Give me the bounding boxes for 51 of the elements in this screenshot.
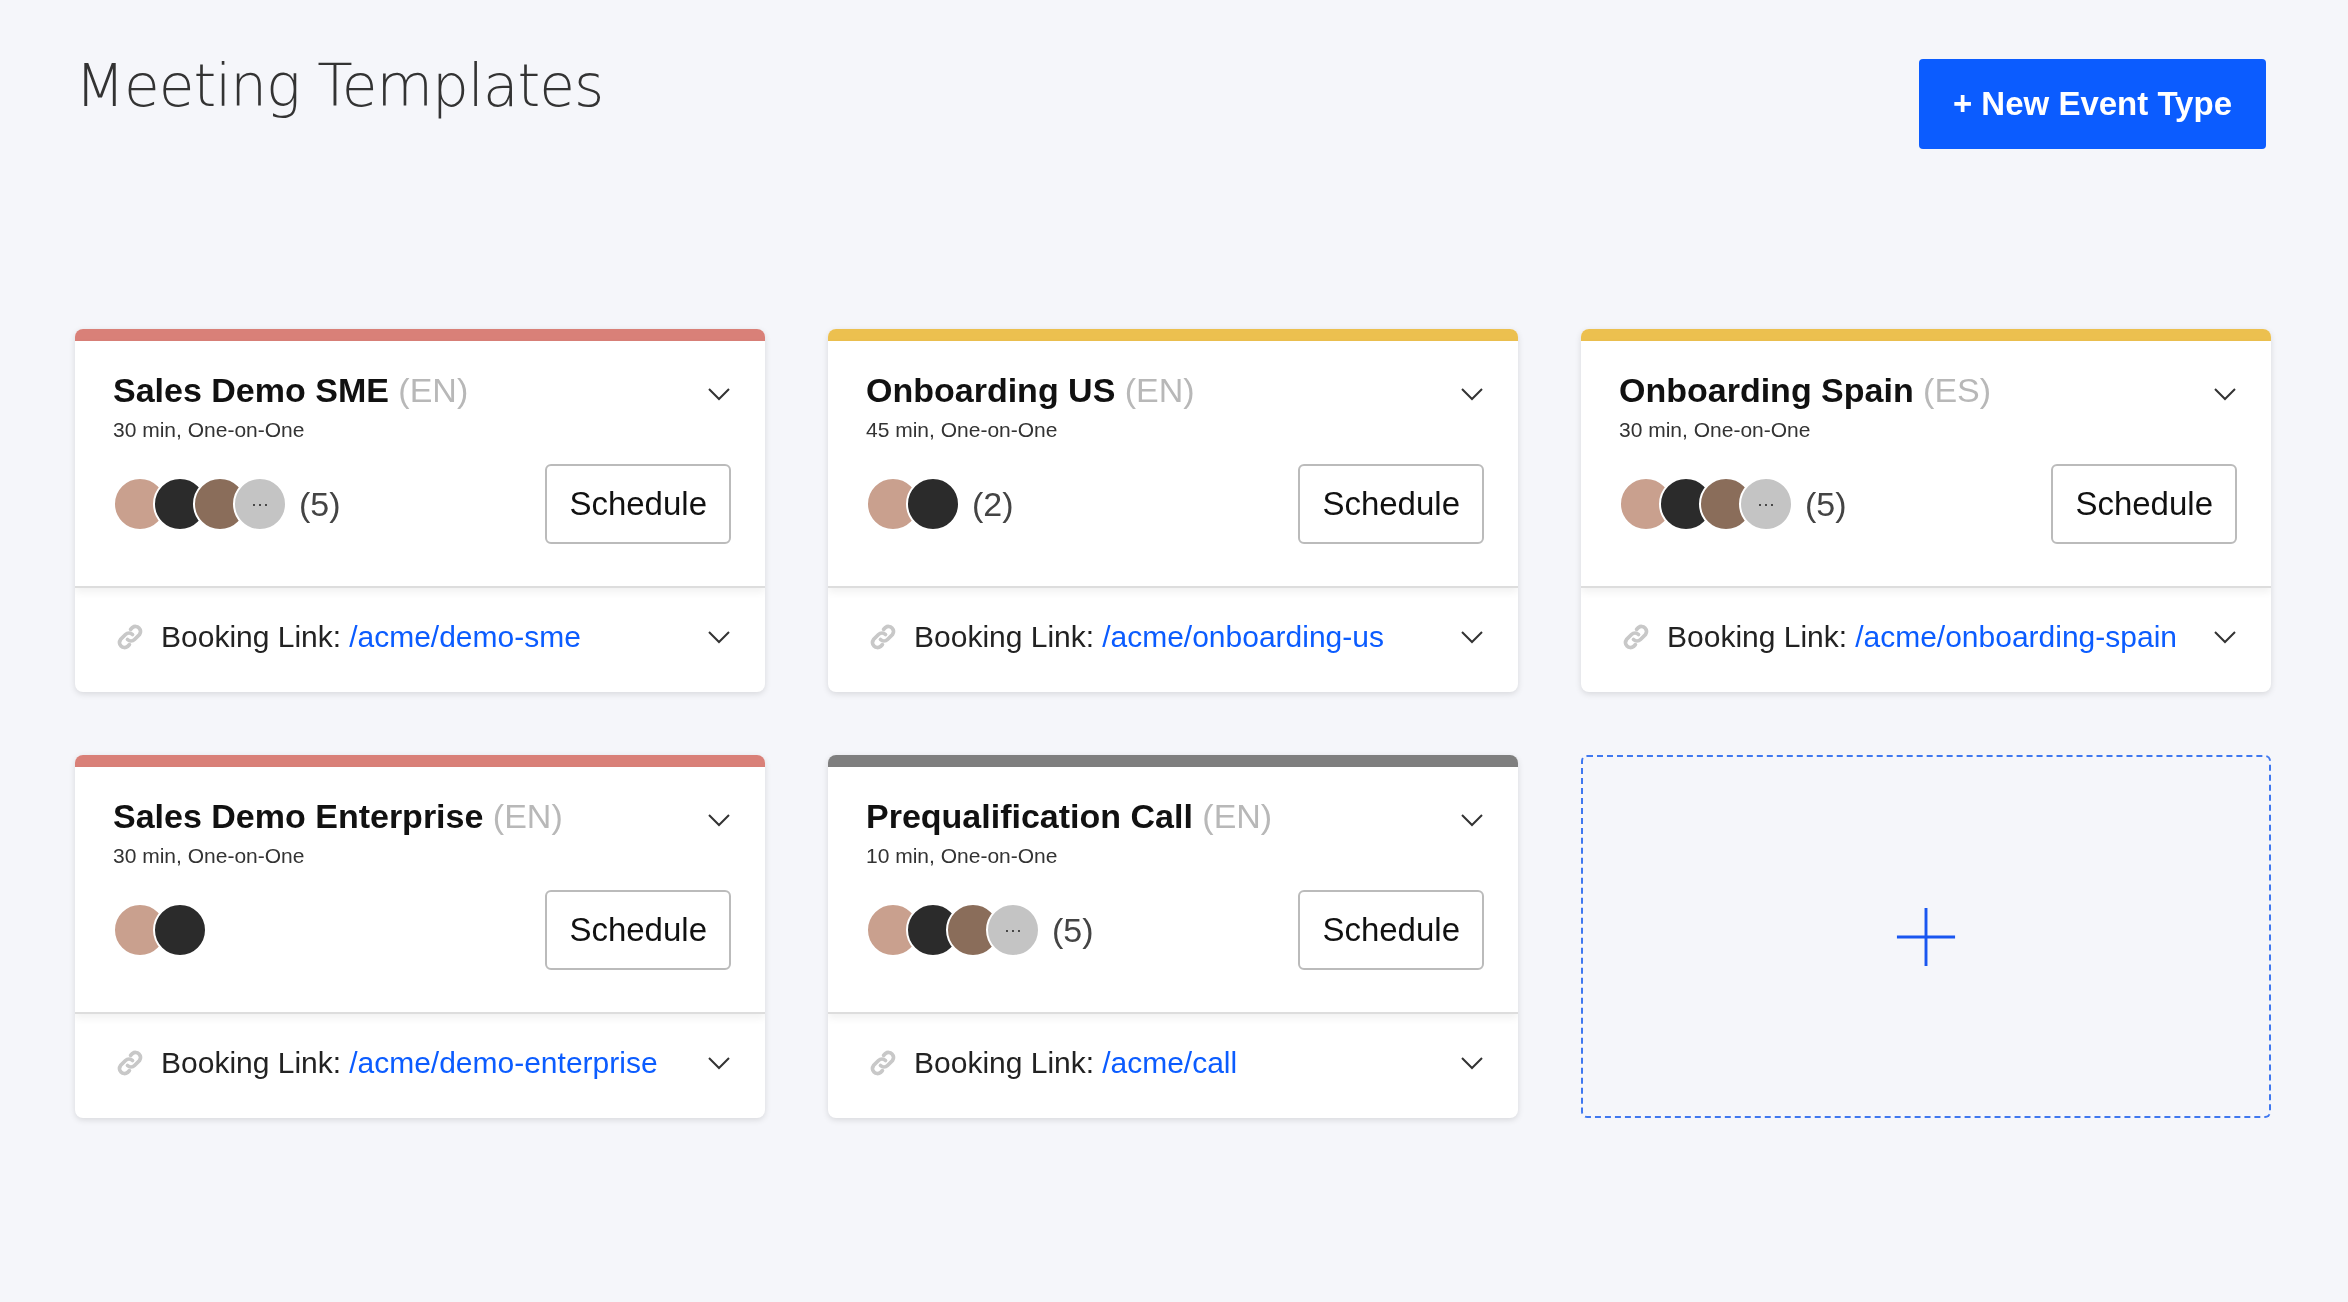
chevron-down-icon[interactable] xyxy=(1460,387,1484,401)
event-details: 10 min, One-on-One xyxy=(866,844,1059,868)
booking-link[interactable]: /acme/call xyxy=(1102,1046,1238,1080)
booking-link[interactable]: /acme/demo-enterprise xyxy=(349,1046,658,1080)
booking-link-label: Booking Link: xyxy=(914,620,1095,654)
event-details: 30 min, One-on-One xyxy=(1619,418,1812,442)
more-avatars: ··· xyxy=(1739,477,1793,531)
schedule-button[interactable]: Schedule xyxy=(545,890,731,970)
event-details: 30 min, One-on-One xyxy=(113,844,306,868)
booking-link[interactable]: /acme/onboarding-us xyxy=(1102,620,1384,654)
link-icon xyxy=(868,1048,898,1078)
schedule-button[interactable]: Schedule xyxy=(545,464,731,544)
chevron-down-icon[interactable] xyxy=(2213,387,2237,401)
link-icon xyxy=(868,622,898,652)
chevron-down-icon[interactable] xyxy=(1460,630,1484,644)
event-details: 30 min, One-on-One xyxy=(113,418,306,442)
more-avatars: ··· xyxy=(233,477,287,531)
event-title: Prequalification Call (EN) xyxy=(866,797,1273,836)
event-title: Onboarding US (EN) xyxy=(866,371,1195,410)
member-count: (2) xyxy=(972,484,1014,524)
link-icon xyxy=(115,1048,145,1078)
link-icon xyxy=(1621,622,1651,652)
event-title: Onboarding Spain (ES) xyxy=(1619,371,1992,410)
chevron-down-icon[interactable] xyxy=(707,1056,731,1070)
chevron-down-icon[interactable] xyxy=(1460,813,1484,827)
plus-icon xyxy=(1895,905,1957,968)
chevron-down-icon[interactable] xyxy=(707,813,731,827)
add-template-tile[interactable] xyxy=(1581,755,2271,1118)
event-title: Sales Demo Enterprise (EN) xyxy=(113,797,563,836)
member-count: (5) xyxy=(1805,484,1847,524)
chevron-down-icon[interactable] xyxy=(1460,1056,1484,1070)
chevron-down-icon[interactable] xyxy=(707,630,731,644)
schedule-button[interactable]: Schedule xyxy=(1298,890,1484,970)
schedule-button[interactable]: Schedule xyxy=(2051,464,2237,544)
member-count: (5) xyxy=(1052,910,1094,950)
schedule-button[interactable]: Schedule xyxy=(1298,464,1484,544)
booking-link-label: Booking Link: xyxy=(914,1046,1095,1080)
booking-link[interactable]: /acme/onboarding-spain xyxy=(1855,620,2177,654)
event-title: Sales Demo SME (EN) xyxy=(113,371,469,410)
booking-link[interactable]: /acme/demo-sme xyxy=(349,620,581,654)
booking-link-label: Booking Link: xyxy=(161,1046,342,1080)
page-title: Meeting Templates xyxy=(75,52,604,120)
event-details: 45 min, One-on-One xyxy=(866,418,1059,442)
link-icon xyxy=(115,622,145,652)
more-avatars: ··· xyxy=(986,903,1040,957)
chevron-down-icon[interactable] xyxy=(707,387,731,401)
new-event-type-button[interactable]: + New Event Type xyxy=(1918,59,2266,149)
booking-link-label: Booking Link: xyxy=(1667,620,1848,654)
member-count: (5) xyxy=(299,484,341,524)
chevron-down-icon[interactable] xyxy=(2213,630,2237,644)
booking-link-label: Booking Link: xyxy=(161,620,342,654)
